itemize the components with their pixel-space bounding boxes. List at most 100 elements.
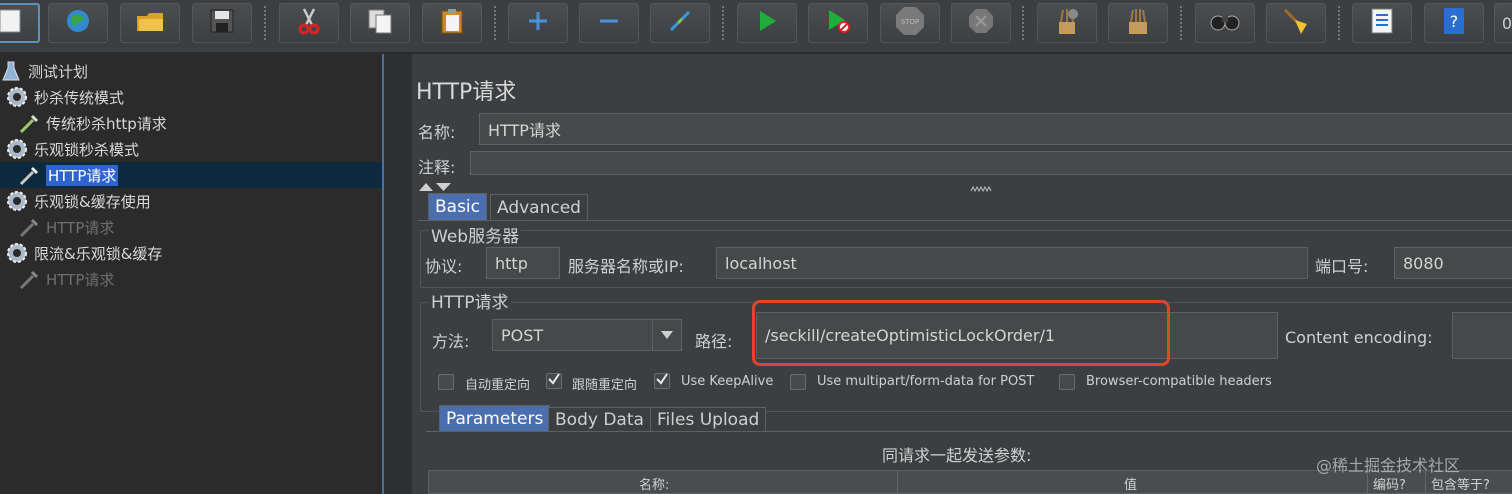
clear-all-button[interactable] [1108,3,1168,43]
tree-item-thread-group[interactable]: 限流&乐观锁&缓存 [6,241,162,265]
watermark: @稀土掘金技术社区 [1316,456,1461,475]
reset-search-button[interactable] [1266,3,1326,43]
column-header-name[interactable]: 名称: [639,474,669,493]
tab-basic[interactable]: Basic [428,193,488,220]
toggle-button[interactable] [650,3,710,43]
sampler-pipette-icon [18,268,40,290]
clear-icon [1053,6,1081,40]
tab-parameters[interactable]: Parameters [439,405,551,431]
new-plan-button[interactable] [0,3,40,43]
auto-redirect-checkbox[interactable] [438,374,454,390]
shutdown-button[interactable] [951,3,1011,43]
tree-item-label: HTTP请求 [46,270,115,289]
tree-item-thread-group[interactable]: 乐观锁&缓存使用 [6,189,151,213]
thread-group-gear-icon [6,242,28,264]
paste-button[interactable] [422,3,482,43]
tree-item-label: 传统秒杀http请求 [46,114,167,133]
save-button[interactable] [192,3,252,43]
tree-item-label: 测试计划 [28,62,89,81]
tree-item-sampler-disabled[interactable]: HTTP请求 [18,215,114,239]
tree-item-thread-group[interactable]: 秒杀传统模式 [6,85,124,109]
multipart-label: Use multipart/form-data for POST [817,374,1035,389]
tree-item-label: HTTP请求 [46,218,115,237]
auto-redirect-label: 自动重定向 [465,378,531,393]
start-button[interactable] [737,3,797,43]
comment-label: 注释: [418,158,456,177]
start-no-pauses-icon [825,8,851,38]
help-button[interactable]: ? [1424,3,1484,43]
web-server-legend: Web服务器 [429,222,522,247]
sampler-pipette-icon [18,112,40,134]
open-button[interactable] [120,3,180,43]
tree-item-sampler[interactable]: 传统秒杀http请求 [18,111,167,135]
protocol-field[interactable]: http [486,247,560,279]
save-icon [209,8,235,38]
http-request-panel: HTTP请求 名称: HTTP请求 注释: Basic Advanced Web… [412,54,1512,494]
tab-files-upload[interactable]: Files Upload [650,407,767,432]
tree-item-label: 限流&乐观锁&缓存 [34,244,163,263]
cut-button[interactable] [279,3,339,43]
method-select[interactable]: POST [492,319,682,351]
content-encoding-field[interactable] [1452,312,1512,359]
thread-group-gear-icon [6,190,28,212]
port-field[interactable]: 8080 [1394,247,1512,279]
column-header-value[interactable]: 值 [1124,474,1137,493]
checkmark-icon [655,372,669,390]
protocol-label: 协议: [425,257,463,276]
tab-body-data[interactable]: Body Data [548,407,651,432]
keepalive-checkbox[interactable] [654,373,670,389]
paste-icon [439,7,465,39]
drag-handle-icon[interactable] [970,178,992,196]
server-label: 服务器名称或IP: [568,257,684,276]
name-field[interactable]: HTTP请求 [479,113,1512,145]
thread-group-gear-icon [6,86,28,108]
tree-item-sampler-disabled[interactable]: HTTP请求 [18,267,114,291]
keepalive-label: Use KeepAlive [681,374,774,389]
browser-compatible-checkbox[interactable] [1059,374,1075,390]
function-helper-button[interactable] [1352,3,1412,43]
svg-text:STOP: STOP [901,18,919,26]
tree-item-label: HTTP请求 [46,164,119,186]
tab-advanced[interactable]: Advanced [490,194,588,221]
tree-item-test-plan[interactable]: 测试计划 [0,59,88,83]
help-icon: ? [1441,6,1467,40]
shutdown-icon [967,7,995,39]
browser-compatible-label: Browser-compatible headers [1086,374,1272,389]
search-button[interactable] [1195,3,1255,43]
comment-field[interactable] [470,151,1512,175]
expand-button[interactable] [508,3,568,43]
overflow-button[interactable]: 0 [1494,3,1512,43]
templates-button[interactable] [48,3,108,43]
flask-icon [0,60,22,82]
column-header-include-equals[interactable]: 包含等于? [1431,474,1490,493]
function-helper-icon [1369,7,1395,39]
stop-button[interactable]: STOP [880,3,940,43]
follow-redirect-checkbox[interactable] [546,373,562,389]
templates-icon [64,7,92,39]
copy-button[interactable] [350,3,410,43]
search-binoculars-icon [1209,10,1241,36]
multipart-checkbox[interactable] [790,374,806,390]
http-request-legend: HTTP请求 [429,288,511,313]
tree-item-sampler-selected[interactable]: HTTP请求 [18,163,119,187]
tree-item-thread-group[interactable]: 乐观锁秒杀模式 [6,137,139,161]
split-pane-divider[interactable] [384,54,412,494]
tree-item-label: 乐观锁秒杀模式 [34,140,140,159]
page-title: HTTP请求 [416,80,517,105]
tree-item-label: 乐观锁&缓存使用 [34,192,151,211]
content-encoding-label: Content encoding: [1285,328,1433,347]
port-label: 端口号: [1315,257,1369,276]
method-label: 方法: [432,332,470,351]
clear-button[interactable] [1037,3,1097,43]
server-field[interactable]: localhost [716,247,1308,279]
thread-group-gear-icon [6,138,28,160]
test-plan-tree: 测试计划 秒杀传统模式 传统秒杀http请求 乐观锁秒杀模式 HTTP请求 乐观… [0,54,384,494]
name-label: 名称: [418,123,456,142]
reset-search-broom-icon [1281,6,1311,40]
column-header-encode[interactable]: 编码? [1373,474,1406,493]
collapse-button[interactable] [579,3,639,43]
start-no-pauses-button[interactable] [808,3,868,43]
new-plan-icon [0,8,22,38]
chevron-down-icon[interactable] [652,320,681,350]
method-value: POST [501,325,544,345]
